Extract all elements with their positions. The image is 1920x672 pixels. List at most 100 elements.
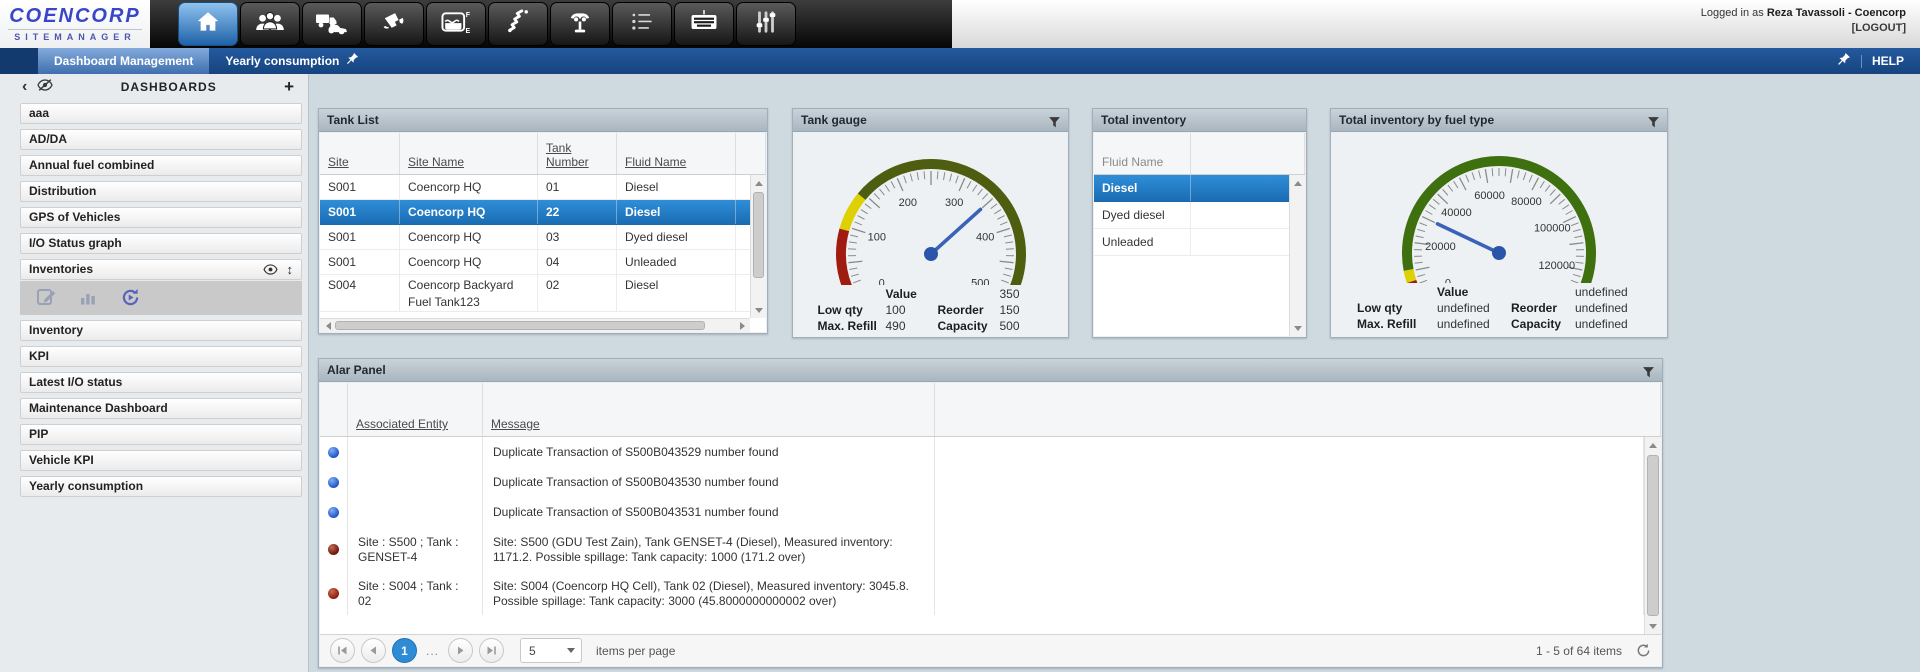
table-row[interactable]: S001 Coencorp HQ 01 Diesel: [320, 175, 766, 200]
nav-coil-spring-button[interactable]: [488, 2, 548, 46]
alarm-row[interactable]: Duplicate Transaction of S500B043531 num…: [320, 497, 1644, 527]
alarm-row[interactable]: Site : S500 ; Tank : GENSET-4 Site: S500 …: [320, 527, 1644, 571]
nav-keyboard-button[interactable]: [674, 2, 734, 46]
scroll-left-button[interactable]: [320, 318, 336, 332]
sidebar-item-gps-of-vehicles[interactable]: GPS of Vehicles: [20, 207, 302, 228]
more-pages-button[interactable]: ...: [426, 644, 439, 658]
cell-associated-entity: [348, 497, 483, 527]
scroll-up-button[interactable]: [1645, 437, 1661, 453]
last-page-button[interactable]: [479, 638, 505, 663]
column-header-site[interactable]: Site: [320, 133, 400, 174]
chart-icon[interactable]: [78, 287, 102, 309]
cell-tank-number: 01: [538, 175, 617, 199]
vertical-scrollbar[interactable]: [1289, 175, 1305, 336]
scroll-down-button[interactable]: [1290, 320, 1305, 336]
sidebar-item-pip[interactable]: PIP: [20, 424, 302, 445]
stat-label: Low qty: [817, 303, 863, 317]
panel-title: Tank List: [319, 109, 767, 132]
nav-vehicle-lift-button[interactable]: [550, 2, 610, 46]
eye-icon[interactable]: [262, 264, 278, 275]
logout-link[interactable]: [LOGOUT]: [1701, 22, 1906, 34]
sidebar-item-inventory[interactable]: Inventory: [20, 320, 302, 341]
collapse-sidebar-icon[interactable]: ‹: [22, 77, 27, 97]
previous-page-button[interactable]: [361, 638, 386, 663]
stat-value: undefined: [1575, 301, 1628, 315]
tab-label: Dashboard Management: [54, 54, 194, 68]
sidebar-item-annual-fuel-combined[interactable]: Annual fuel combined: [20, 155, 302, 176]
stat-label: Value: [1437, 285, 1469, 299]
dashboard-list: aaa AD/DA Annual fuel combined Distribution…: [0, 100, 308, 497]
sidebar-item-aaa[interactable]: aaa: [20, 103, 302, 124]
table-row[interactable]: S004 Coencorp Backyard Fuel Tank123 02 Dies…: [320, 275, 766, 312]
column-header-site-name[interactable]: Site Name: [400, 133, 538, 174]
scroll-up-button[interactable]: [751, 175, 766, 191]
table-row[interactable]: Unleaded: [1094, 229, 1305, 256]
gauge-tick: [993, 209, 1001, 215]
gauge-tick: [1005, 248, 1014, 250]
nav-people-button[interactable]: [240, 2, 300, 46]
page-size-select[interactable]: 5: [520, 638, 583, 663]
sidebar-item-distribution[interactable]: Distribution: [20, 181, 302, 202]
nav-tank-level-button[interactable]: FE: [426, 2, 486, 46]
scroll-up-button[interactable]: [1290, 175, 1305, 191]
table-row[interactable]: Diesel: [1094, 175, 1305, 202]
stat-value: 100: [885, 303, 906, 317]
scroll-down-button[interactable]: [751, 302, 766, 318]
vertical-scrollbar[interactable]: [1644, 437, 1661, 634]
sidebar-item-latest-i-o-status[interactable]: Latest I/O status: [20, 372, 302, 393]
add-dashboard-button[interactable]: +: [284, 77, 294, 97]
page-1-button[interactable]: 1: [392, 638, 417, 663]
tab-yearly-consumption[interactable]: Yearly consumption: [209, 48, 375, 74]
alarm-row[interactable]: Site : S004 ; Tank : 02 Site: S004 (Coenc…: [320, 571, 1644, 615]
filter-icon[interactable]: [1048, 114, 1061, 128]
next-page-button[interactable]: [448, 638, 474, 663]
nav-list-button[interactable]: [612, 2, 672, 46]
column-header-tank-number[interactable]: Tank Number: [538, 133, 617, 174]
filter-icon[interactable]: [1642, 364, 1655, 378]
nav-sliders-button[interactable]: [736, 2, 796, 46]
eye-off-icon[interactable]: [37, 78, 54, 96]
scroll-thumb[interactable]: [753, 192, 764, 278]
edit-icon[interactable]: [36, 287, 60, 309]
table-row[interactable]: S001 Coencorp HQ 03 Dyed diesel: [320, 225, 766, 250]
scroll-thumb[interactable]: [335, 321, 705, 330]
sidebar-item-inventories[interactable]: Inventories ↕: [20, 259, 302, 280]
vertical-scrollbar[interactable]: [750, 175, 766, 318]
horizontal-scrollbar[interactable]: [320, 318, 750, 332]
first-page-button[interactable]: [330, 638, 355, 663]
filter-icon[interactable]: [1647, 114, 1660, 128]
sidebar-item-kpi[interactable]: KPI: [20, 346, 302, 367]
scroll-down-button[interactable]: [1645, 618, 1661, 634]
refresh-icon[interactable]: [1636, 643, 1651, 658]
move-icon[interactable]: ↕: [287, 260, 294, 279]
column-header-associated-entity[interactable]: Associated Entity: [348, 383, 483, 436]
refresh-icon[interactable]: [120, 287, 144, 309]
sidebar-item-vehicle-kpi[interactable]: Vehicle KPI: [20, 450, 302, 471]
gauge-tick: [1437, 193, 1449, 205]
help-link[interactable]: HELP: [1872, 54, 1904, 68]
nav-vehicles-button[interactable]: [302, 2, 362, 46]
column-header-message[interactable]: Message: [483, 383, 935, 436]
nav-home-button[interactable]: [178, 2, 238, 46]
table-row[interactable]: S001 Coencorp HQ 04 Unleaded: [320, 250, 766, 275]
sidebar-item-maintenance-dashboard[interactable]: Maintenance Dashboard: [20, 398, 302, 419]
alarm-row[interactable]: Duplicate Transaction of S500B043529 num…: [320, 437, 1644, 467]
cell-filler: [935, 467, 1644, 497]
column-header-fluid-name[interactable]: Fluid Name: [617, 133, 736, 174]
alarm-row[interactable]: Duplicate Transaction of S500B043530 num…: [320, 467, 1644, 497]
scroll-right-button[interactable]: [734, 318, 750, 332]
table-row[interactable]: Dyed diesel: [1094, 202, 1305, 229]
pin-icon[interactable]: [346, 48, 359, 74]
nav-fuel-nozzle-button[interactable]: [364, 2, 424, 46]
sidebar-item-i-o-status-graph[interactable]: I/O Status graph: [20, 233, 302, 254]
scroll-thumb[interactable]: [1647, 455, 1659, 616]
gauge-tick: [1004, 267, 1013, 271]
column-header-filler: [935, 383, 1661, 436]
cell-tank-number: 22: [538, 200, 617, 224]
table-row[interactable]: S001 Coencorp HQ 22 Diesel: [320, 200, 766, 225]
tab-dashboard-management[interactable]: Dashboard Management: [38, 48, 210, 74]
gauge-tick: [868, 197, 880, 209]
sidebar-item-yearly-consumption[interactable]: Yearly consumption: [20, 476, 302, 497]
sidebar-item-ad-da[interactable]: AD/DA: [20, 129, 302, 150]
pin-icon[interactable]: [1837, 52, 1851, 71]
